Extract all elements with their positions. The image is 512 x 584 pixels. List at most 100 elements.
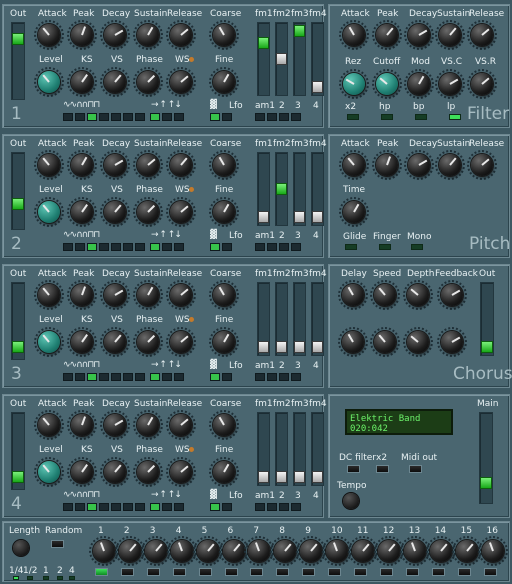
wave-selector[interactable]: [63, 373, 145, 381]
mode-led[interactable]: [174, 113, 184, 121]
filter-rez-knob[interactable]: [343, 73, 365, 95]
lfo-selector[interactable]: [210, 503, 232, 511]
wave-led[interactable]: [63, 503, 73, 511]
release-knob[interactable]: [170, 414, 192, 436]
wave-led[interactable]: [87, 113, 97, 121]
fm-led[interactable]: [291, 373, 301, 381]
step-15-knob[interactable]: [455, 540, 478, 562]
fm-led[interactable]: [279, 373, 289, 381]
dc-filter-button[interactable]: [347, 465, 360, 473]
ws-knob[interactable]: [170, 331, 192, 353]
phase-knob[interactable]: [137, 71, 159, 93]
chorus-speed-knob-2[interactable]: [374, 331, 396, 353]
fm-led[interactable]: [267, 243, 277, 251]
ks-knob[interactable]: [71, 71, 93, 93]
vs-knob[interactable]: [104, 331, 126, 353]
filter-bp-toggle[interactable]: [415, 114, 427, 120]
step-2-knob[interactable]: [118, 540, 141, 562]
fm1-slider[interactable]: [257, 22, 270, 96]
fm-target-selector[interactable]: [255, 113, 301, 121]
fm4-slider-handle[interactable]: [312, 81, 323, 93]
mode-led[interactable]: [150, 243, 160, 251]
wave-led[interactable]: [111, 503, 121, 511]
sustain-knob[interactable]: [137, 414, 159, 436]
filter-attack-knob[interactable]: [343, 24, 365, 46]
wave-selector[interactable]: [63, 503, 145, 511]
mode-selector[interactable]: [150, 503, 184, 511]
wave-led[interactable]: [75, 243, 85, 251]
fm2-slider[interactable]: [275, 412, 288, 486]
step-16-button[interactable]: [483, 568, 497, 576]
wave-led[interactable]: [123, 113, 133, 121]
fm-led[interactable]: [267, 373, 277, 381]
master-x2-button[interactable]: [376, 465, 389, 473]
length-opt-led[interactable]: [69, 576, 75, 580]
wave-led[interactable]: [75, 503, 85, 511]
fm3-slider-handle[interactable]: [294, 471, 305, 483]
fm-led[interactable]: [279, 503, 289, 511]
filter-mod-knob[interactable]: [408, 73, 430, 95]
step-4-knob[interactable]: [170, 540, 193, 562]
lfo-led[interactable]: [210, 113, 220, 121]
attack-knob[interactable]: [38, 284, 60, 306]
attack-knob[interactable]: [38, 154, 60, 176]
step-3-button[interactable]: [146, 568, 160, 576]
fm-target-selector[interactable]: [255, 373, 301, 381]
step-6-button[interactable]: [224, 568, 238, 576]
main-volume-slider[interactable]: [479, 412, 493, 504]
fm4-slider-handle[interactable]: [312, 341, 323, 353]
mode-led[interactable]: [162, 373, 172, 381]
sustain-knob[interactable]: [137, 154, 159, 176]
lfo-led[interactable]: [210, 373, 220, 381]
pitch-sustain-knob[interactable]: [439, 154, 461, 176]
decay-knob[interactable]: [104, 24, 126, 46]
wave-led[interactable]: [87, 373, 97, 381]
filter-x2-toggle[interactable]: [347, 114, 359, 120]
fm-led[interactable]: [291, 113, 301, 121]
release-knob[interactable]: [170, 24, 192, 46]
wave-led[interactable]: [63, 113, 73, 121]
chorus-delay-knob-2[interactable]: [342, 331, 364, 353]
wave-led[interactable]: [111, 243, 121, 251]
step-12-knob[interactable]: [377, 540, 400, 562]
fm-led[interactable]: [255, 503, 265, 511]
lfo-led[interactable]: [222, 243, 232, 251]
fm-led[interactable]: [291, 243, 301, 251]
step-16-knob[interactable]: [481, 540, 504, 562]
coarse-knob[interactable]: [213, 284, 235, 306]
wave-led[interactable]: [87, 243, 97, 251]
fm-led[interactable]: [255, 243, 265, 251]
out-slider-handle[interactable]: [12, 471, 24, 483]
mode-led[interactable]: [150, 373, 160, 381]
fm1-slider-handle[interactable]: [258, 37, 269, 49]
step-7-button[interactable]: [250, 568, 264, 576]
filter-hp-toggle[interactable]: [381, 114, 393, 120]
fm2-slider[interactable]: [275, 152, 288, 226]
length-opt-led[interactable]: [43, 576, 49, 580]
vs-knob[interactable]: [104, 461, 126, 483]
pitch-release-knob[interactable]: [471, 154, 493, 176]
attack-knob[interactable]: [38, 414, 60, 436]
fm3-slider-handle[interactable]: [294, 211, 305, 223]
pitch-time-knob[interactable]: [343, 201, 365, 223]
wave-led[interactable]: [75, 373, 85, 381]
fm3-slider[interactable]: [293, 412, 306, 486]
filter-release-knob[interactable]: [471, 24, 493, 46]
fm1-slider[interactable]: [257, 412, 270, 486]
ks-knob[interactable]: [71, 331, 93, 353]
pitch-finger-toggle[interactable]: [379, 244, 391, 250]
pitch-peak-knob[interactable]: [376, 154, 398, 176]
decay-knob[interactable]: [104, 284, 126, 306]
peak-knob[interactable]: [71, 24, 93, 46]
wave-led[interactable]: [87, 503, 97, 511]
chorus-depth-knob[interactable]: [407, 284, 429, 306]
wave-led[interactable]: [135, 503, 145, 511]
fm-led[interactable]: [255, 373, 265, 381]
phase-knob[interactable]: [137, 461, 159, 483]
out-slider[interactable]: [11, 412, 25, 490]
wave-led[interactable]: [63, 243, 73, 251]
wave-led[interactable]: [135, 243, 145, 251]
wave-selector[interactable]: [63, 113, 145, 121]
wave-led[interactable]: [99, 113, 109, 121]
step-13-button[interactable]: [405, 568, 419, 576]
